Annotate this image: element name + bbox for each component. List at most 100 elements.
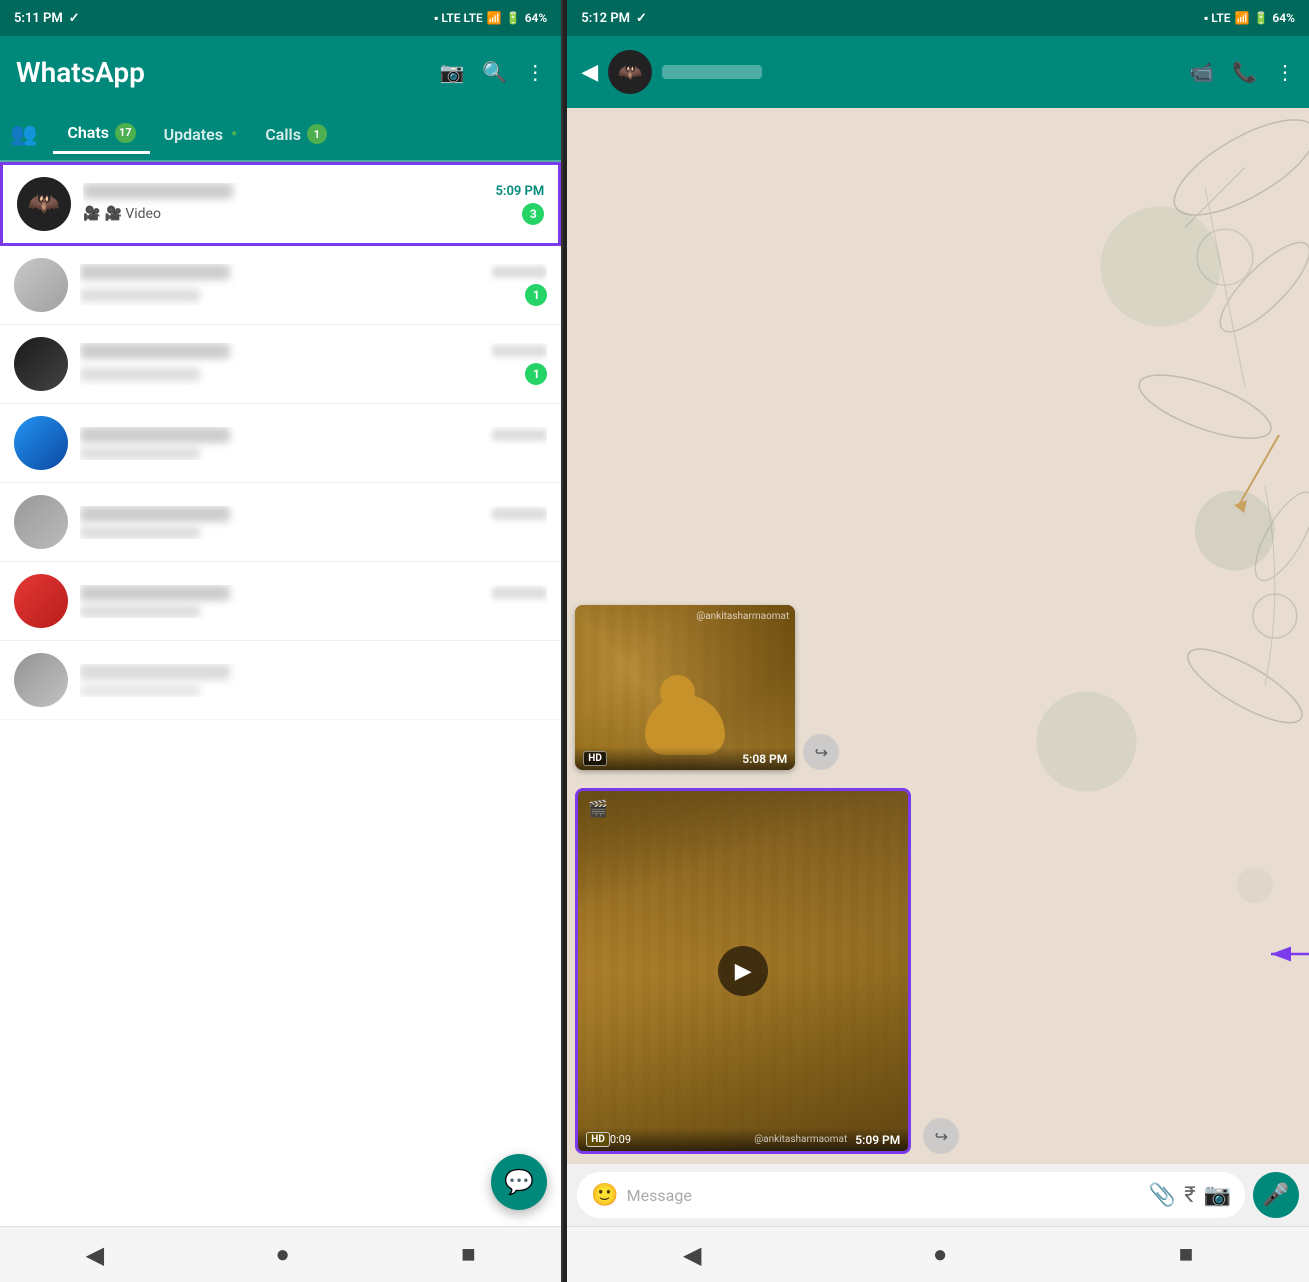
new-chat-fab[interactable]: 💬 xyxy=(491,1154,547,1210)
chat-preview-row-7 xyxy=(80,684,547,697)
right-status-right: ▪ LTE 📶 🔋 64% xyxy=(1204,11,1295,25)
video-bubble-2[interactable]: 🎬 ▶ HD 0:09 @ankitasharmaomat 5:09 PM xyxy=(578,791,908,1151)
phone-call-icon[interactable]: 📞 xyxy=(1232,60,1257,84)
chat-preview-row-1: 🎥 🎥 Video 3 xyxy=(83,203,544,225)
right-check-icon: ✓ xyxy=(636,11,647,26)
chat-preview-row-4 xyxy=(80,447,547,460)
emoji-icon[interactable]: 🙂 xyxy=(591,1183,618,1208)
video-icon-top: 🎬 xyxy=(588,799,608,818)
chat-item-2[interactable]: 1 xyxy=(0,246,561,325)
video-highlight-container: 🎬 ▶ HD 0:09 @ankitasharmaomat 5:09 PM xyxy=(575,788,911,1154)
attach-icon[interactable]: 📎 xyxy=(1149,1183,1176,1208)
chat-preview-1: 🎥 🎥 Video xyxy=(83,206,161,222)
tan-arrow-annotation xyxy=(1209,425,1289,525)
tab-calls-label: Calls xyxy=(265,125,301,144)
right-nav-bar: ◀ ● ■ xyxy=(567,1226,1309,1282)
forward-btn-1[interactable]: ↪ xyxy=(803,734,839,770)
tab-chats-badge: 17 xyxy=(115,123,136,143)
video-timestamp-1: 5:08 PM xyxy=(742,752,787,766)
left-status-left: 5:11 PM ✓ xyxy=(14,11,80,26)
chat-time-5 xyxy=(492,508,547,520)
wa-header-icons: 📷 🔍 ⋮ xyxy=(439,60,545,84)
chat-content-5 xyxy=(80,506,547,539)
rupee-icon[interactable]: ₹ xyxy=(1184,1183,1195,1208)
right-signal-icon: ▪ LTE xyxy=(1204,11,1230,25)
chat-header-1: 5:09 PM xyxy=(83,183,544,199)
community-tab-icon[interactable]: 👥 xyxy=(10,122,37,147)
chat-unread-3: 1 xyxy=(525,363,547,385)
chat-preview-7 xyxy=(80,684,200,697)
chat-avatar-1: 🦇 xyxy=(17,177,71,231)
contact-name xyxy=(662,65,762,79)
right-nav-home-btn[interactable]: ● xyxy=(933,1240,948,1269)
input-bar: 🙂 Message 📎 ₹ 📷 🎤 xyxy=(567,1164,1309,1226)
chat-content-4 xyxy=(80,427,547,460)
tab-calls[interactable]: Calls 1 xyxy=(251,116,341,152)
tabs-bar: 👥 Chats 17 Updates • Calls 1 xyxy=(0,108,561,162)
wa-header: WhatsApp 📷 🔍 ⋮ xyxy=(0,36,561,108)
more-options-icon[interactable]: ⋮ xyxy=(525,60,545,84)
nav-back-btn[interactable]: ◀ xyxy=(86,1241,104,1269)
search-icon[interactable]: 🔍 xyxy=(482,60,507,84)
chat-item-1[interactable]: 🦇 5:09 PM 🎥 🎥 Video 3 xyxy=(0,162,561,246)
chat-unread-2: 1 xyxy=(525,284,547,306)
video-timestamp-2: 5:09 PM xyxy=(855,1133,900,1147)
right-phone: 5:12 PM ✓ ▪ LTE 📶 🔋 64% ◀ 🦇 📹 📞 ⋮ xyxy=(567,0,1309,1282)
chat-time-2 xyxy=(492,266,547,278)
more-options-right-icon[interactable]: ⋮ xyxy=(1275,60,1295,84)
chat-avatar-7 xyxy=(14,653,68,707)
chat-name-1 xyxy=(83,183,233,199)
video-overlay-2: HD 0:09 @ankitasharmaomat 5:09 PM xyxy=(578,1128,908,1151)
video-call-icon[interactable]: 📹 xyxy=(1189,60,1214,84)
chat-header-4 xyxy=(80,427,547,443)
forward-btn-2[interactable]: ↪ xyxy=(923,1118,959,1154)
right-nav-back-btn[interactable]: ◀ xyxy=(683,1241,701,1269)
chat-header-right-icons: 📹 📞 ⋮ xyxy=(1189,60,1295,84)
chat-time-3 xyxy=(492,345,547,357)
left-status-right: ▪ LTE LTE 📶 🔋 64% xyxy=(434,11,547,25)
chat-avatar-5 xyxy=(14,495,68,549)
wa-title: WhatsApp xyxy=(16,56,145,89)
msg-row-1: HD 5:08 PM @ankitasharmaomat ↪ xyxy=(575,605,1301,770)
back-button[interactable]: ◀ xyxy=(581,60,598,85)
chat-preview-5 xyxy=(80,526,200,539)
chat-avatar-4 xyxy=(14,416,68,470)
chat-preview-row-3: 1 xyxy=(80,363,547,385)
contact-avatar[interactable]: 🦇 xyxy=(608,50,652,94)
chat-avatar-3 xyxy=(14,337,68,391)
chat-item-5[interactable] xyxy=(0,483,561,562)
right-status-bar: 5:12 PM ✓ ▪ LTE 📶 🔋 64% xyxy=(567,0,1309,36)
play-button[interactable]: ▶ xyxy=(718,946,768,996)
video-bubble-1[interactable]: HD 5:08 PM @ankitasharmaomat xyxy=(575,605,795,770)
chat-item-7[interactable] xyxy=(0,641,561,720)
purple-arrow-svg xyxy=(1261,934,1309,974)
tab-chats[interactable]: Chats 17 xyxy=(53,115,149,154)
chat-time-4 xyxy=(492,429,547,441)
chat-header-2 xyxy=(80,264,547,280)
right-nav-recent-btn[interactable]: ■ xyxy=(1179,1240,1194,1269)
chat-preview-row-2: 1 xyxy=(80,284,547,306)
video-duration-2: 0:09 xyxy=(610,1133,631,1146)
tab-updates[interactable]: Updates • xyxy=(150,116,252,153)
chat-list: 🦇 5:09 PM 🎥 🎥 Video 3 xyxy=(0,162,561,1226)
chat-preview-3 xyxy=(80,368,200,381)
messages-area: HD 5:08 PM @ankitasharmaomat ↪ 🎬 xyxy=(575,605,1301,1154)
chat-time-1: 5:09 PM xyxy=(496,184,545,199)
chat-preview-4 xyxy=(80,447,200,460)
message-input-container: 🙂 Message 📎 ₹ 📷 xyxy=(577,1172,1245,1218)
left-status-bar: 5:11 PM ✓ ▪ LTE LTE 📶 🔋 64% xyxy=(0,0,561,36)
nav-recent-btn[interactable]: ■ xyxy=(461,1240,476,1269)
tab-updates-dot: • xyxy=(231,124,237,145)
chat-item-3[interactable]: 1 xyxy=(0,325,561,404)
chat-unread-1: 3 xyxy=(522,203,544,225)
camera-input-icon[interactable]: 📷 xyxy=(1204,1183,1231,1208)
chat-item-4[interactable] xyxy=(0,404,561,483)
mic-button[interactable]: 🎤 xyxy=(1253,1172,1299,1218)
chat-preview-6 xyxy=(80,605,200,618)
chat-item-6[interactable] xyxy=(0,562,561,641)
chat-content-2: 1 xyxy=(80,264,547,306)
camera-icon[interactable]: 📷 xyxy=(439,60,464,84)
chat-name-7 xyxy=(80,664,230,680)
message-input-placeholder[interactable]: Message xyxy=(627,1186,1141,1205)
nav-home-btn[interactable]: ● xyxy=(275,1240,290,1269)
